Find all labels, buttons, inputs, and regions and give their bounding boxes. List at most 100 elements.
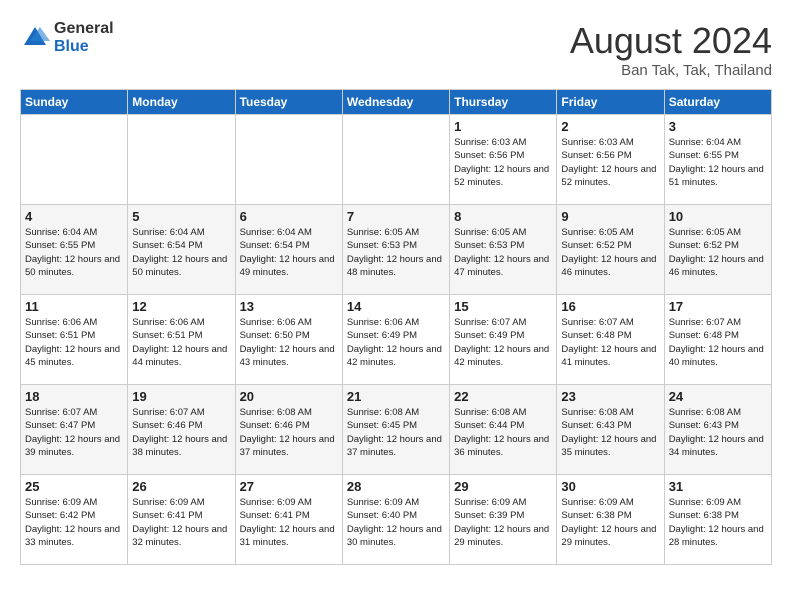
calendar-cell: 22 Sunrise: 6:08 AMSunset: 6:44 PMDayligh… (450, 385, 557, 475)
day-info: Sunrise: 6:09 AMSunset: 6:41 PMDaylight:… (132, 496, 230, 549)
day-number: 20 (240, 389, 338, 404)
day-info: Sunrise: 6:06 AMSunset: 6:50 PMDaylight:… (240, 316, 338, 369)
day-number: 25 (25, 479, 123, 494)
day-number: 17 (669, 299, 767, 314)
calendar-cell: 3 Sunrise: 6:04 AMSunset: 6:55 PMDaylight… (664, 115, 771, 205)
calendar-table: Sunday Monday Tuesday Wednesday Thursday… (20, 89, 772, 565)
day-info: Sunrise: 6:05 AMSunset: 6:52 PMDaylight:… (561, 226, 659, 279)
day-number: 21 (347, 389, 445, 404)
day-info: Sunrise: 6:03 AMSunset: 6:56 PMDaylight:… (454, 136, 552, 189)
day-info: Sunrise: 6:09 AMSunset: 6:38 PMDaylight:… (669, 496, 767, 549)
day-number: 8 (454, 209, 552, 224)
day-info: Sunrise: 6:08 AMSunset: 6:45 PMDaylight:… (347, 406, 445, 459)
calendar-week-4: 18Sunrise: 6:07 AMSunset: 6:47 PMDayligh… (21, 385, 772, 475)
day-info: Sunrise: 6:08 AMSunset: 6:44 PMDaylight:… (454, 406, 552, 459)
day-number: 30 (561, 479, 659, 494)
col-thursday: Thursday (450, 90, 557, 115)
day-number: 26 (132, 479, 230, 494)
day-info: Sunrise: 6:07 AMSunset: 6:48 PMDaylight:… (561, 316, 659, 369)
calendar-cell: 15 Sunrise: 6:07 AMSunset: 6:49 PMDayligh… (450, 295, 557, 385)
day-info: Sunrise: 6:09 AMSunset: 6:38 PMDaylight:… (561, 496, 659, 549)
day-info: Sunrise: 6:04 AMSunset: 6:54 PMDaylight:… (240, 226, 338, 279)
day-number: 28 (347, 479, 445, 494)
col-saturday: Saturday (664, 90, 771, 115)
day-number: 31 (669, 479, 767, 494)
day-info: Sunrise: 6:04 AMSunset: 6:54 PMDaylight:… (132, 226, 230, 279)
calendar-cell: 25 Sunrise: 6:09 AMSunset: 6:42 PMDayligh… (21, 475, 128, 565)
day-number: 22 (454, 389, 552, 404)
day-info: Sunrise: 6:06 AMSunset: 6:51 PMDaylight:… (132, 316, 230, 369)
calendar-cell (235, 115, 342, 205)
calendar-cell (21, 115, 128, 205)
day-number: 15 (454, 299, 552, 314)
day-number: 23 (561, 389, 659, 404)
day-number: 1 (454, 119, 552, 134)
day-number: 24 (669, 389, 767, 404)
day-info: Sunrise: 6:07 AMSunset: 6:46 PMDaylight:… (132, 406, 230, 459)
logo-icon (20, 23, 50, 53)
day-info: Sunrise: 6:04 AMSunset: 6:55 PMDaylight:… (25, 226, 123, 279)
page-header: General Blue August 2024 Ban Tak, Tak, T… (20, 20, 772, 79)
day-info: Sunrise: 6:09 AMSunset: 6:41 PMDaylight:… (240, 496, 338, 549)
day-number: 3 (669, 119, 767, 134)
day-info: Sunrise: 6:04 AMSunset: 6:55 PMDaylight:… (669, 136, 767, 189)
calendar-cell: 24Sunrise: 6:08 AMSunset: 6:43 PMDayligh… (664, 385, 771, 475)
day-info: Sunrise: 6:09 AMSunset: 6:39 PMDaylight:… (454, 496, 552, 549)
calendar-cell: 27 Sunrise: 6:09 AMSunset: 6:41 PMDayligh… (235, 475, 342, 565)
day-info: Sunrise: 6:08 AMSunset: 6:46 PMDaylight:… (240, 406, 338, 459)
logo-text: General Blue (54, 20, 114, 55)
col-wednesday: Wednesday (342, 90, 449, 115)
calendar-cell: 30 Sunrise: 6:09 AMSunset: 6:38 PMDayligh… (557, 475, 664, 565)
calendar-week-1: 1 Sunrise: 6:03 AMSunset: 6:56 PMDaylight… (21, 115, 772, 205)
calendar-cell: 6 Sunrise: 6:04 AMSunset: 6:54 PMDaylight… (235, 205, 342, 295)
calendar-cell: 19Sunrise: 6:07 AMSunset: 6:46 PMDayligh… (128, 385, 235, 475)
calendar-cell: 20 Sunrise: 6:08 AMSunset: 6:46 PMDayligh… (235, 385, 342, 475)
calendar-week-5: 25 Sunrise: 6:09 AMSunset: 6:42 PMDayligh… (21, 475, 772, 565)
col-tuesday: Tuesday (235, 90, 342, 115)
day-info: Sunrise: 6:09 AMSunset: 6:40 PMDaylight:… (347, 496, 445, 549)
month-title: August 2024 (570, 20, 772, 62)
day-info: Sunrise: 6:07 AMSunset: 6:49 PMDaylight:… (454, 316, 552, 369)
calendar-cell (128, 115, 235, 205)
day-number: 10 (669, 209, 767, 224)
calendar-cell: 18Sunrise: 6:07 AMSunset: 6:47 PMDayligh… (21, 385, 128, 475)
day-info: Sunrise: 6:06 AMSunset: 6:51 PMDaylight:… (25, 316, 123, 369)
day-info: Sunrise: 6:09 AMSunset: 6:42 PMDaylight:… (25, 496, 123, 549)
calendar-cell: 1 Sunrise: 6:03 AMSunset: 6:56 PMDaylight… (450, 115, 557, 205)
calendar-week-2: 4Sunrise: 6:04 AMSunset: 6:55 PMDaylight… (21, 205, 772, 295)
day-info: Sunrise: 6:08 AMSunset: 6:43 PMDaylight:… (561, 406, 659, 459)
day-number: 16 (561, 299, 659, 314)
day-number: 6 (240, 209, 338, 224)
day-number: 27 (240, 479, 338, 494)
calendar-cell: 17Sunrise: 6:07 AMSunset: 6:48 PMDayligh… (664, 295, 771, 385)
calendar-cell: 23 Sunrise: 6:08 AMSunset: 6:43 PMDayligh… (557, 385, 664, 475)
calendar-cell: 9 Sunrise: 6:05 AMSunset: 6:52 PMDaylight… (557, 205, 664, 295)
calendar-cell: 14Sunrise: 6:06 AMSunset: 6:49 PMDayligh… (342, 295, 449, 385)
calendar-cell: 7 Sunrise: 6:05 AMSunset: 6:53 PMDaylight… (342, 205, 449, 295)
calendar-cell: 21 Sunrise: 6:08 AMSunset: 6:45 PMDayligh… (342, 385, 449, 475)
day-number: 7 (347, 209, 445, 224)
logo: General Blue (20, 20, 114, 55)
calendar-cell: 11Sunrise: 6:06 AMSunset: 6:51 PMDayligh… (21, 295, 128, 385)
col-friday: Friday (557, 90, 664, 115)
calendar-cell: 29 Sunrise: 6:09 AMSunset: 6:39 PMDayligh… (450, 475, 557, 565)
day-info: Sunrise: 6:05 AMSunset: 6:53 PMDaylight:… (347, 226, 445, 279)
day-info: Sunrise: 6:03 AMSunset: 6:56 PMDaylight:… (561, 136, 659, 189)
calendar-cell: 10 Sunrise: 6:05 AMSunset: 6:52 PMDayligh… (664, 205, 771, 295)
day-info: Sunrise: 6:06 AMSunset: 6:49 PMDaylight:… (347, 316, 445, 369)
calendar-cell: 13 Sunrise: 6:06 AMSunset: 6:50 PMDayligh… (235, 295, 342, 385)
day-number: 9 (561, 209, 659, 224)
day-number: 18 (25, 389, 123, 404)
calendar-cell (342, 115, 449, 205)
calendar-cell: 4Sunrise: 6:04 AMSunset: 6:55 PMDaylight… (21, 205, 128, 295)
day-number: 2 (561, 119, 659, 134)
calendar-header-row: Sunday Monday Tuesday Wednesday Thursday… (21, 90, 772, 115)
day-info: Sunrise: 6:05 AMSunset: 6:52 PMDaylight:… (669, 226, 767, 279)
calendar-cell: 16 Sunrise: 6:07 AMSunset: 6:48 PMDayligh… (557, 295, 664, 385)
day-info: Sunrise: 6:05 AMSunset: 6:53 PMDaylight:… (454, 226, 552, 279)
calendar-week-3: 11Sunrise: 6:06 AMSunset: 6:51 PMDayligh… (21, 295, 772, 385)
day-number: 13 (240, 299, 338, 314)
col-monday: Monday (128, 90, 235, 115)
day-number: 29 (454, 479, 552, 494)
logo-general: General (54, 20, 114, 38)
